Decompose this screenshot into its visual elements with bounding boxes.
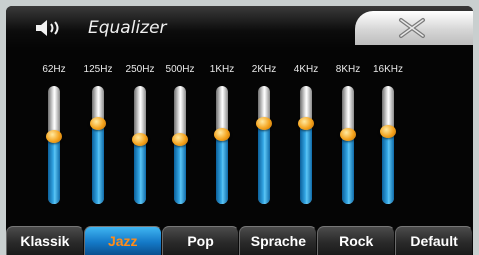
eq-slider-fill	[300, 122, 312, 204]
band-label-6: 4KHz	[293, 64, 319, 75]
eq-slider-knob[interactable]	[132, 133, 148, 147]
preset-button-jazz[interactable]: Jazz	[83, 226, 162, 255]
close-button[interactable]	[355, 11, 473, 45]
band-label-0: 62Hz	[42, 64, 66, 75]
preset-button-rock[interactable]: Rock	[317, 226, 396, 255]
preset-button-default[interactable]: Default	[395, 226, 473, 255]
eq-slider-knob[interactable]	[380, 124, 396, 138]
eq-slider-fill	[258, 122, 270, 204]
eq-slider-8[interactable]	[382, 86, 394, 204]
preset-button-klassik[interactable]: Klassik	[6, 226, 84, 255]
preset-bar: Klassik Jazz Pop Sprache Rock Default	[6, 226, 473, 255]
band-label-4: 1KHz	[209, 64, 235, 75]
header-bar: Equalizer	[6, 6, 473, 48]
eq-slider-fill	[216, 134, 228, 204]
close-x-icon	[399, 18, 425, 38]
speaker-icon[interactable]	[34, 19, 66, 37]
eq-slider-4[interactable]	[216, 86, 228, 204]
band-label-2: 250Hz	[125, 64, 155, 75]
band-label-3: 500Hz	[165, 64, 195, 75]
eq-slider-fill	[92, 122, 104, 204]
eq-slider-knob[interactable]	[46, 129, 62, 143]
eq-slider-knob[interactable]	[172, 133, 188, 147]
eq-slider-fill	[342, 134, 354, 204]
equalizer-screen: Equalizer 62Hz 125Hz 250Hz 500Hz 1KHz 2KHz 4KH…	[6, 6, 473, 255]
band-label-1: 125Hz	[83, 64, 113, 75]
eq-slider-knob[interactable]	[298, 116, 314, 130]
band-label-5: 2KHz	[251, 64, 277, 75]
eq-slider-5[interactable]	[258, 86, 270, 204]
eq-slider-fill	[174, 139, 186, 204]
band-label-7: 8KHz	[335, 64, 361, 75]
eq-slider-knob[interactable]	[256, 116, 272, 130]
page-title: Equalizer	[88, 18, 167, 38]
eq-slider-7[interactable]	[342, 86, 354, 204]
band-label-8: 16KHz	[372, 64, 403, 75]
preset-button-sprache[interactable]: Sprache	[239, 226, 318, 255]
eq-slider-knob[interactable]	[90, 116, 106, 130]
eq-slider-fill	[48, 135, 60, 204]
eq-slider-fill	[382, 130, 394, 204]
eq-slider-fill	[134, 139, 146, 204]
eq-slider-1[interactable]	[92, 86, 104, 204]
eq-slider-0[interactable]	[48, 86, 60, 204]
preset-button-pop[interactable]: Pop	[161, 226, 240, 255]
eq-slider-6[interactable]	[300, 86, 312, 204]
